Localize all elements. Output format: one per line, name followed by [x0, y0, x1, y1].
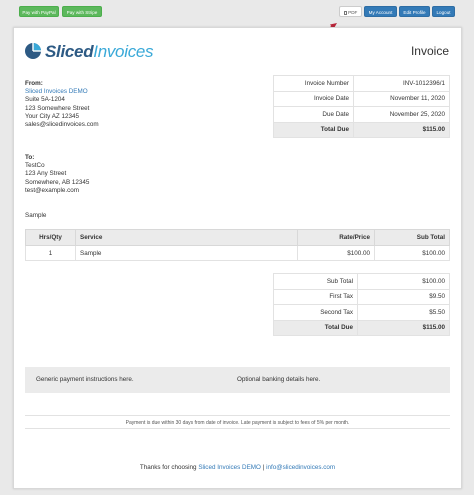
to-address-block: To: TestCo 123 Any Street Somewhere, AB …: [25, 154, 89, 195]
meta-label: Invoice Date: [273, 90, 354, 107]
meta-value: INV-1012396/1: [353, 75, 450, 92]
to-email: test@example.com: [25, 186, 79, 194]
to-company: TestCo: [25, 162, 45, 170]
col-header-rate: Rate/Price: [297, 229, 375, 246]
totals-label: Second Tax: [273, 304, 358, 321]
totals-value: $9.50: [357, 288, 450, 305]
totals-label: Sub Total: [273, 273, 358, 290]
meta-value: November 11, 2020: [353, 90, 450, 107]
totals-label: Total Due: [273, 319, 358, 336]
meta-label: Invoice Number: [273, 75, 354, 92]
payment-info-panel: Generic payment instructions here. Optio…: [25, 367, 450, 393]
totals-value: $115.00: [357, 319, 450, 336]
col-header-qty: Hrs/Qty: [25, 229, 76, 246]
banking-details: Optional banking details here.: [237, 376, 321, 383]
totals-row-first-tax: First Tax $9.50: [273, 288, 450, 305]
from-address-block: From: Sliced Invoices DEMO Suite 5A-1204…: [25, 80, 99, 129]
line-items-table: Hrs/Qty Service Rate/Price Sub Total 1 S…: [25, 229, 450, 261]
payment-terms: Payment is due within 30 days from date …: [125, 420, 350, 426]
cell-rate: $100.00: [297, 245, 375, 261]
sliced-invoices-logo-icon: [25, 43, 41, 59]
from-address-line: Suite 5A-1204: [25, 96, 65, 104]
meta-row-due-date: Due Date November 25, 2020: [273, 106, 450, 123]
meta-label: Due Date: [273, 106, 354, 123]
col-header-subtotal: Sub Total: [374, 229, 450, 246]
line-items-header: Hrs/Qty Service Rate/Price Sub Total: [25, 229, 450, 246]
to-address-line: Somewhere, AB 12345: [25, 178, 90, 186]
totals-row-subtotal: Sub Total $100.00: [273, 273, 450, 290]
invoice-page: SlicedInvoices Invoice Invoice Number IN…: [13, 27, 462, 489]
meta-row-invoice-date: Invoice Date November 11, 2020: [273, 90, 450, 107]
from-address-line: 123 Somewhere Street: [25, 104, 90, 112]
totals-label: First Tax: [273, 288, 358, 305]
cell-subtotal: $100.00: [374, 245, 450, 261]
generic-payment-instructions: Generic payment instructions here.: [36, 376, 134, 383]
meta-value: $115.00: [353, 121, 450, 138]
totals-value: $5.50: [357, 304, 450, 321]
brand-name-bold: Sliced: [45, 42, 94, 61]
brand-logo-text: SlicedInvoices: [45, 42, 154, 62]
brand-name-light: Invoices: [93, 42, 154, 61]
meta-label: Total Due: [273, 121, 354, 138]
footer-prefix: Thanks for choosing: [139, 464, 199, 471]
from-company-link[interactable]: Sliced Invoices DEMO: [25, 88, 99, 96]
cell-qty: 1: [25, 245, 76, 261]
from-email: sales@slicedinvoices.com: [25, 121, 99, 129]
divider: [25, 428, 450, 429]
totals-row-total-due: Total Due $115.00: [273, 319, 450, 336]
totals-table: Sub Total $100.00 First Tax $9.50 Second…: [273, 273, 450, 336]
table-row: 1 Sample $100.00 $100.00: [25, 245, 450, 261]
footer-company-link[interactable]: Sliced Invoices DEMO: [198, 464, 261, 471]
meta-row-invoice-number: Invoice Number INV-1012396/1: [273, 75, 450, 92]
meta-value: November 25, 2020: [353, 106, 450, 123]
to-heading: To:: [25, 154, 35, 161]
totals-row-second-tax: Second Tax $5.50: [273, 304, 450, 321]
from-address-line: Your City AZ 12345: [25, 112, 80, 120]
invoice-meta-table: Invoice Number INV-1012396/1 Invoice Dat…: [273, 75, 450, 138]
divider: [25, 415, 450, 416]
col-header-service: Service: [75, 229, 298, 246]
to-address-line: 123 Any Street: [25, 170, 67, 178]
invoice-description: Sample: [25, 212, 47, 219]
invoice-title: Invoice: [410, 44, 449, 58]
footer-email-link[interactable]: info@slicedinvoices.com: [266, 464, 335, 471]
footer: Thanks for choosing Sliced Invoices DEMO…: [25, 464, 450, 471]
meta-row-total-due: Total Due $115.00: [273, 121, 450, 138]
totals-value: $100.00: [357, 273, 450, 290]
from-heading: From:: [25, 80, 43, 87]
cell-service: Sample: [75, 245, 298, 261]
